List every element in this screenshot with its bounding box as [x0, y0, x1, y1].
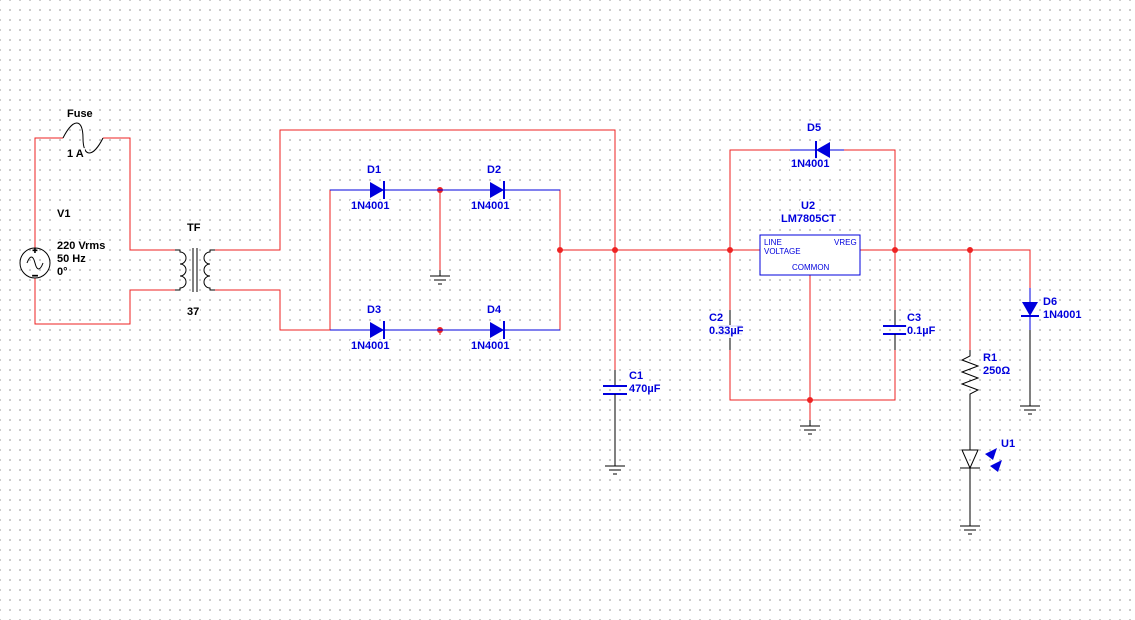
- reg-out: VREG: [834, 238, 857, 247]
- d4-name: D4: [486, 304, 502, 317]
- src-name: V1: [56, 208, 71, 221]
- reg-in1: LINE: [764, 238, 782, 247]
- src-l1: 220 Vrms: [56, 240, 106, 253]
- xfmr-name: TF: [186, 222, 201, 235]
- reg-gnd: COMMON: [792, 263, 829, 272]
- xfmr-ratio: 37: [186, 306, 200, 319]
- d2-name: D2: [486, 164, 502, 177]
- reg-part: LM7805CT: [780, 213, 837, 226]
- reg-in2: VOLTAGE: [764, 247, 801, 256]
- c3-name: C3: [906, 312, 922, 325]
- reg-name: U2: [800, 200, 816, 213]
- fuse-name: Fuse: [66, 108, 94, 121]
- d3-part: 1N4001: [350, 340, 391, 353]
- c3-val: 0.1µF: [906, 325, 936, 338]
- led-name: U1: [1000, 438, 1016, 451]
- d2-part: 1N4001: [470, 200, 511, 213]
- d5-part: 1N4001: [790, 158, 831, 171]
- c1-name: C1: [628, 370, 644, 383]
- d1-name: D1: [366, 164, 382, 177]
- d6-name: D6: [1042, 296, 1058, 309]
- src-l3: 0°: [56, 266, 69, 279]
- d1-part: 1N4001: [350, 200, 391, 213]
- d4-part: 1N4001: [470, 340, 511, 353]
- svg-text:+: +: [33, 246, 38, 255]
- c2-name: C2: [708, 312, 724, 325]
- svg-text:−: −: [32, 271, 38, 282]
- r1-name: R1: [982, 352, 998, 365]
- d5-name: D5: [806, 122, 822, 135]
- c2-val: 0.33µF: [708, 325, 744, 338]
- c1-val: 470µF: [628, 383, 661, 396]
- src-l2: 50 Hz: [56, 253, 87, 266]
- r1-val: 250Ω: [982, 365, 1011, 378]
- d6-part: 1N4001: [1042, 309, 1083, 322]
- d3-name: D3: [366, 304, 382, 317]
- fuse-rating: 1 A: [66, 148, 85, 161]
